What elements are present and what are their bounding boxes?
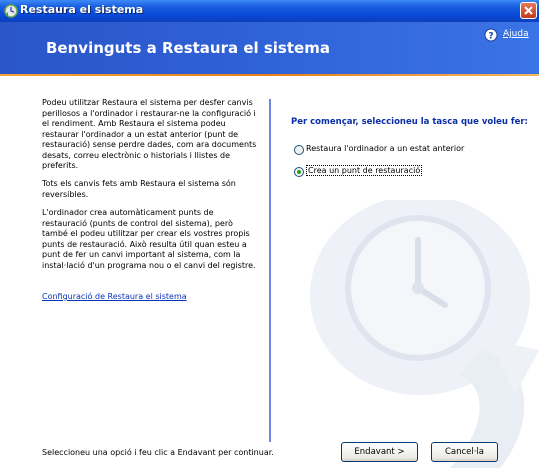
intro-text-3: L'ordinador crea automàticament punts de… [42,208,256,270]
radio-create-point[interactable] [294,167,304,177]
page-title: Benvinguts a Restaura el sistema [46,39,330,57]
option-label-create-wrap[interactable]: Crea un punt de restauració [306,165,423,176]
cancel-button[interactable]: Cancel·la [431,442,498,462]
intro-text-1: Podeu utilitzar Restaura el sistema per … [42,98,257,170]
header-divider [0,74,539,76]
close-icon [524,6,533,15]
system-restore-icon [4,4,18,18]
clock-restore-watermark [310,200,539,468]
help-icon[interactable]: ? [484,28,498,42]
help-link[interactable]: Ajuda [503,29,529,39]
settings-link[interactable]: Configuració de Restaura el sistema [42,292,187,301]
radio-selected-dot [297,170,301,174]
intro-paragraph: Podeu utilitzar Restaura el sistema per … [42,98,257,172]
window-title: Restaura el sistema [20,3,144,16]
option-label-create[interactable]: Crea un punt de restauració [306,165,423,176]
svg-text:?: ? [488,32,493,42]
radio-restore-earlier[interactable] [294,145,304,155]
close-button[interactable] [520,2,537,19]
option-label-restore[interactable]: Restaura l'ordinador a un estat anterior [306,144,464,153]
column-divider [269,99,271,442]
header-banner: Benvinguts a Restaura el sistema ? Ajuda [0,22,539,74]
footer-instruction: Seleccioneu una opció i feu clic a Endav… [42,448,274,457]
task-heading: Per començar, seleccioneu la tasca que v… [291,117,528,127]
intro-text-2: Tots els canvis fets amb Restaura el sis… [42,179,236,199]
title-bar: Restaura el sistema [0,0,539,22]
next-button[interactable]: Endavant > [341,442,418,462]
